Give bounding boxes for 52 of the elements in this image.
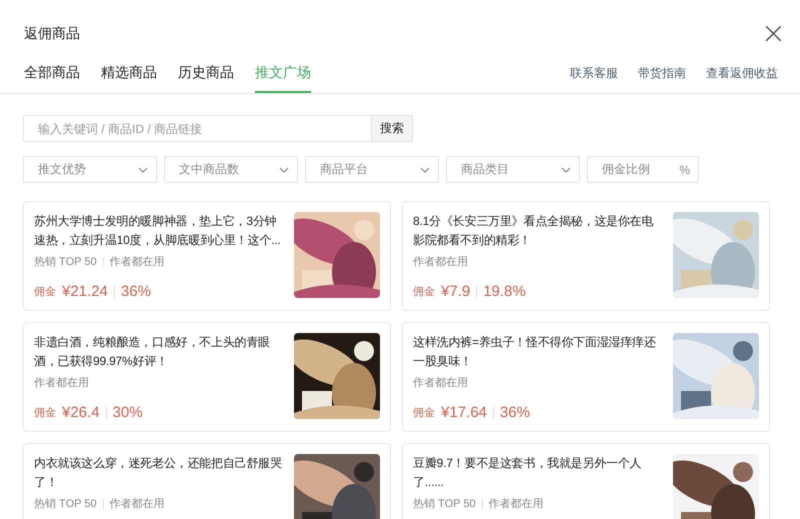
header-link[interactable]: 联系客服 — [570, 65, 618, 82]
article-title: 这样洗内裤=养虫子！怪不得你下面湿湿痒痒还一股臭味！ — [413, 334, 657, 370]
tab[interactable]: 精选商品 — [101, 64, 157, 93]
commission-rate-field[interactable]: 佣金比例 % — [587, 156, 699, 183]
tag-label: 作者都在用 — [413, 376, 468, 390]
chevron-down-icon — [420, 166, 430, 172]
tab[interactable]: 全部商品 — [24, 64, 80, 93]
tag-label: 作者都在用 — [34, 376, 89, 390]
filter-dropdown[interactable]: 商品平台 — [305, 156, 439, 183]
commission-amount: ¥26.4 — [62, 404, 100, 421]
commission-rate: 36% — [120, 283, 151, 300]
article-title: 内衣就该这么穿，迷死老公，还能把自己舒服哭了！ — [34, 455, 283, 491]
article-title: 8.1分《长安三万里》看点全揭秘，这是你在电影院都看不到的精彩！ — [413, 213, 654, 249]
commission-amount: ¥21.24 — [62, 283, 108, 300]
search-button[interactable]: 搜索 — [371, 115, 413, 142]
window-title: 返佣商品 — [24, 25, 80, 43]
tag-label: 作者都在用 — [413, 255, 468, 269]
article-card[interactable]: 豆瓣9.7！要不是这套书，我就是另外一个人了...... 热销 TOP 50 作者都在用 — [402, 443, 770, 519]
commission-amount: ¥7.9 — [441, 283, 470, 300]
header-link[interactable]: 带货指南 — [638, 65, 686, 82]
tag-label: 热销 TOP 50 — [34, 255, 97, 269]
chevron-down-icon — [561, 166, 571, 172]
close-button[interactable]: × — [760, 20, 786, 48]
chevron-down-icon — [138, 166, 148, 172]
article-card[interactable]: 内衣就该这么穿，迷死老公，还能把自己舒服哭了！ 热销 TOP 50 作者都在用 — [23, 443, 391, 519]
filter-dropdown[interactable]: 文中商品数 — [164, 156, 298, 183]
tab[interactable]: 历史商品 — [178, 64, 234, 93]
commission-label: 佣金 — [413, 406, 435, 420]
commission-rate: 36% — [500, 404, 530, 421]
commission-label: 佣金 — [34, 285, 56, 299]
filter-dropdown[interactable]: 推文优势 — [23, 156, 157, 183]
article-title: 豆瓣9.7！要不是这套书，我就是另外一个人了...... — [413, 455, 642, 491]
tag-label: 作者都在用 — [488, 497, 544, 511]
chevron-down-icon — [279, 166, 289, 172]
commission-label: 佣金 — [413, 285, 435, 299]
commission-amount: ¥17.64 — [441, 404, 487, 421]
article-card[interactable]: 苏州大学博士发明的暖脚神器，垫上它，3分钟速热，立刻升温10度，从脚底暖到心里！这个... 热销 TOP 50 作者都在用 佣金 ¥21.24 36% — [23, 201, 391, 311]
header-link[interactable]: 查看返佣收益 — [706, 65, 778, 82]
article-title: 苏州大学博士发明的暖脚神器，垫上它，3分钟速热，立刻升温10度，从脚底暖到心里！这个... — [34, 213, 282, 249]
tag-label: 热销 TOP 50 — [34, 497, 97, 511]
tag-label: 热销 TOP 50 — [413, 497, 476, 511]
filter-dropdown[interactable]: 商品类目 — [446, 156, 580, 183]
tag-label: 作者都在用 — [110, 497, 165, 511]
commission-rate: 30% — [112, 404, 143, 421]
commission-rate: 19.8% — [483, 283, 526, 300]
commission-label: 佣金 — [34, 406, 56, 420]
tag-label: 作者都在用 — [110, 255, 165, 269]
article-card[interactable]: 这样洗内裤=养虫子！怪不得你下面湿湿痒痒还一股臭味！ 作者都在用 佣金 ¥17.64 36% — [402, 322, 770, 432]
article-title: 非遗白酒，纯粮酿造，口感好，不上头的青眼酒，已获得99.97%好评！ — [34, 334, 272, 370]
article-card[interactable]: 8.1分《长安三万里》看点全揭秘，这是你在电影院都看不到的精彩！ 作者都在用 佣金 ¥7.9 19.8% — [402, 201, 770, 311]
search-field[interactable]: 输入关键词 / 商品ID / 商品链接 — [23, 115, 371, 142]
article-card[interactable]: 非遗白酒，纯粮酿造，口感好，不上头的青眼酒，已获得99.97%好评！ 作者都在用 佣金 ¥26.4 30% — [23, 322, 391, 432]
